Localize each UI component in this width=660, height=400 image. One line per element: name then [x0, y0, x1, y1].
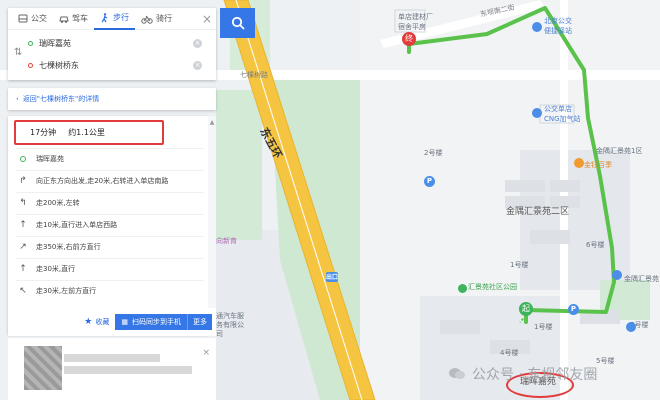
close-icon[interactable]: × [201, 13, 213, 25]
tab-bike[interactable]: 骑行 [135, 8, 178, 30]
end-marker[interactable]: 终 [402, 32, 416, 46]
route-actions: ★ 收藏 ▦ 扫码同步到手机 更多 [8, 308, 216, 336]
send-to-phone-button[interactable]: ▦ 扫码同步到手机 [115, 314, 187, 330]
straight-icon: ↑ [19, 263, 27, 274]
watermark: 公众号 · 东坝邻友圈 [448, 364, 597, 384]
poi-restaurant: 金钰百季 [584, 161, 612, 169]
step-2[interactable]: ↰ 走200米,左转 [16, 192, 204, 212]
qr-icon: ▦ [121, 318, 128, 326]
route-result-list: 17分钟 约1.1公里 瑞晖嘉苑 ↱ 向正东方向出发,走20米,右转进入单店南路… [8, 116, 208, 334]
straight-icon: ↑ [19, 219, 27, 230]
search-icon [231, 16, 245, 30]
tab-car[interactable]: 驾车 [53, 8, 94, 30]
search-button[interactable] [220, 8, 255, 38]
tab-bus[interactable]: 公交 [12, 8, 53, 30]
poi-store: 单店建材厂 [398, 13, 433, 21]
poi-huiheng1: 金隅汇景苑1区 [596, 147, 643, 155]
step-5[interactable]: ↑ 走30米,直行 [16, 258, 204, 278]
result-scrollbar[interactable]: ▲ [208, 116, 216, 334]
route-search-box: 公交 驾车 步行 骑行 × ⇅ 瑞晖嘉苑 × 七棵树桥东 × [8, 8, 216, 80]
poi-store-sub: 宿舍平房 [398, 23, 426, 31]
poi-bus-station: 北京公交 [544, 17, 572, 25]
exit-badge[interactable]: 出口 [326, 272, 338, 282]
park-pin-icon[interactable] [458, 284, 467, 293]
ad-text-line [64, 354, 160, 362]
route-time: 17分钟 [30, 128, 57, 137]
favorite-button[interactable]: ★ 收藏 [84, 317, 109, 327]
poi-park: 汇景苑社区公园 [468, 283, 517, 291]
straight-left-icon: ↖ [19, 285, 27, 296]
bus-icon [18, 14, 28, 22]
tab-walk[interactable]: 步行 [94, 8, 135, 30]
bldg-6: 6号楼 [586, 241, 605, 249]
bldg-2: 2号楼 [424, 149, 443, 157]
poi-huiheng2: 金隅汇景苑二区 [506, 207, 570, 217]
more-button[interactable]: 更多 [187, 314, 212, 330]
clear-end-icon[interactable]: × [193, 60, 202, 70]
huiheng-pin-icon[interactable] [612, 270, 622, 280]
poi-bus-station-sub: 便捷驿站 [544, 27, 572, 35]
step-4[interactable]: ↗ 走350米,右前方直行 [16, 236, 204, 256]
route-panel: 公交 驾车 步行 骑行 × ⇅ 瑞晖嘉苑 × 七棵树桥东 × ‹ 返回"七棵树桥… [8, 8, 216, 400]
bldg-1b: 1号楼 [534, 323, 553, 331]
step-6[interactable]: ↖ 走30米,左前方直行 [16, 280, 204, 300]
bldg-4: 4号楼 [500, 349, 519, 357]
wechat-icon [449, 368, 465, 379]
step-1[interactable]: ↱ 向正东方向出发,走20米,右转进入单店南路 [16, 170, 204, 190]
ad-close-icon[interactable]: × [202, 348, 210, 358]
ad-text-line [64, 366, 192, 374]
star-icon: ★ [84, 317, 93, 327]
start-field[interactable]: 瑞晖嘉苑 × [28, 34, 212, 52]
poi-huiheng3: 金隅汇景苑 [624, 275, 659, 283]
bus-station-pin-icon[interactable] [532, 22, 542, 32]
route-distance: 约1.1公里 [68, 128, 105, 137]
step-3[interactable]: ↑ 走10米,直行进入单店西路 [16, 214, 204, 234]
clear-start-icon[interactable]: × [193, 38, 202, 48]
start-marker[interactable]: 起 [519, 302, 533, 316]
turn-right-icon: ↱ [19, 175, 27, 186]
chevron-left-icon: ‹ [16, 95, 19, 103]
start-dot-icon [28, 40, 33, 46]
route-summary[interactable]: 17分钟 约1.1公里 [14, 120, 164, 145]
car-icon [59, 16, 69, 23]
end-field[interactable]: 七棵树桥东 × [28, 56, 212, 74]
turn-left-icon: ↰ [19, 197, 27, 208]
ad-image [24, 346, 62, 390]
walk-icon [101, 12, 108, 22]
bldg-1: 1号楼 [510, 261, 529, 269]
poi-gas-station-sub: CNG加气站 [544, 115, 581, 123]
back-to-detail-link[interactable]: ‹ 返回"七棵树桥东"的详情 [8, 88, 216, 110]
straight-right-icon: ↗ [19, 241, 27, 252]
swap-icon[interactable]: ⇅ [14, 47, 22, 58]
step-start[interactable]: 瑞晖嘉苑 [16, 148, 204, 168]
parking-icon[interactable]: P [424, 176, 435, 187]
parking-icon-2[interactable]: P [568, 304, 579, 315]
start-ring-icon [20, 155, 26, 162]
travel-mode-tabs: 公交 驾车 步行 骑行 × [8, 8, 216, 30]
gas-station-pin-icon[interactable] [532, 108, 542, 118]
bike-icon [141, 15, 153, 24]
route-inputs: ⇅ 瑞晖嘉苑 × 七棵树桥东 × [8, 30, 216, 80]
end-dot-icon [28, 62, 33, 68]
poi-yard: 通汽车服务有限公司 [216, 312, 244, 338]
bldg-pin-icon[interactable] [626, 322, 636, 332]
road-label-qikeshu: 七棵树路 [240, 71, 268, 79]
poi-school: 向新育 [216, 237, 237, 245]
scroll-up-icon[interactable]: ▲ [209, 120, 215, 126]
bldg-5: 5号楼 [596, 357, 615, 365]
restaurant-pin-icon[interactable] [574, 158, 584, 168]
ad-banner[interactable]: × [8, 338, 216, 400]
poi-gas-station: 公交单店 [544, 105, 572, 113]
